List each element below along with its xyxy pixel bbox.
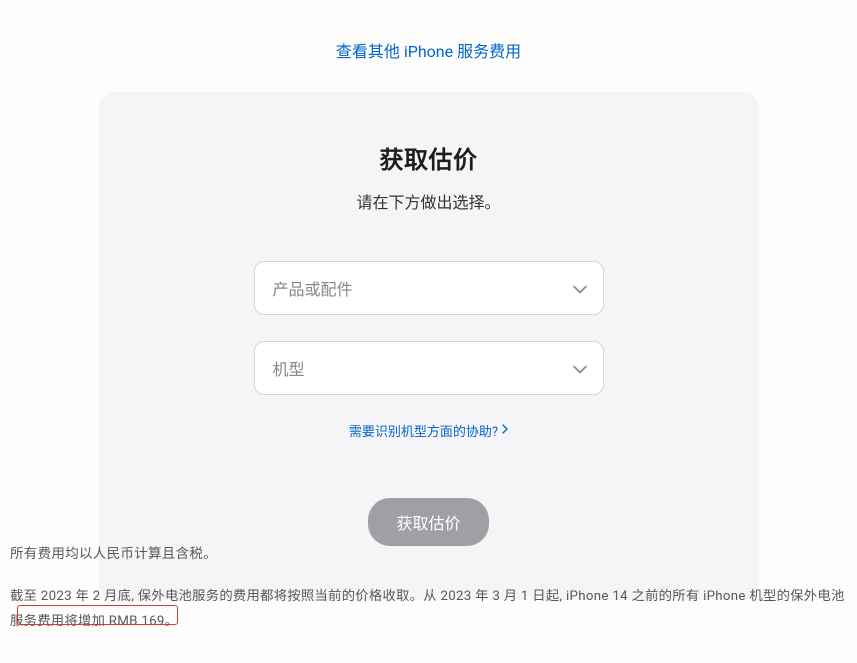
highlight-annotation xyxy=(17,605,178,625)
chevron-right-icon xyxy=(502,423,508,438)
product-select-placeholder: 产品或配件 xyxy=(273,276,353,300)
top-link-container: 查看其他 iPhone 服务费用 xyxy=(0,0,857,62)
chevron-down-icon xyxy=(573,279,587,298)
help-link-label: 需要识别机型方面的协助? xyxy=(349,421,498,440)
chevron-down-icon xyxy=(573,359,587,378)
other-services-link[interactable]: 查看其他 iPhone 服务费用 xyxy=(336,42,521,61)
model-select-placeholder: 机型 xyxy=(273,356,305,380)
card-subtitle: 请在下方做出选择。 xyxy=(139,189,719,213)
model-select-wrap: 机型 xyxy=(254,341,604,395)
identify-model-help-link[interactable]: 需要识别机型方面的协助? xyxy=(349,421,508,440)
get-estimate-button[interactable]: 获取估价 xyxy=(368,498,488,546)
tax-note: 所有费用均以人民币计算且含税。 xyxy=(10,542,847,562)
card-title: 获取估价 xyxy=(139,140,719,175)
estimate-card: 获取估价 请在下方做出选择。 产品或配件 机型 需要识别机型方面的协助? 获取估… xyxy=(99,92,759,600)
model-select[interactable]: 机型 xyxy=(254,341,604,395)
product-select[interactable]: 产品或配件 xyxy=(254,261,604,315)
product-select-wrap: 产品或配件 xyxy=(254,261,604,315)
